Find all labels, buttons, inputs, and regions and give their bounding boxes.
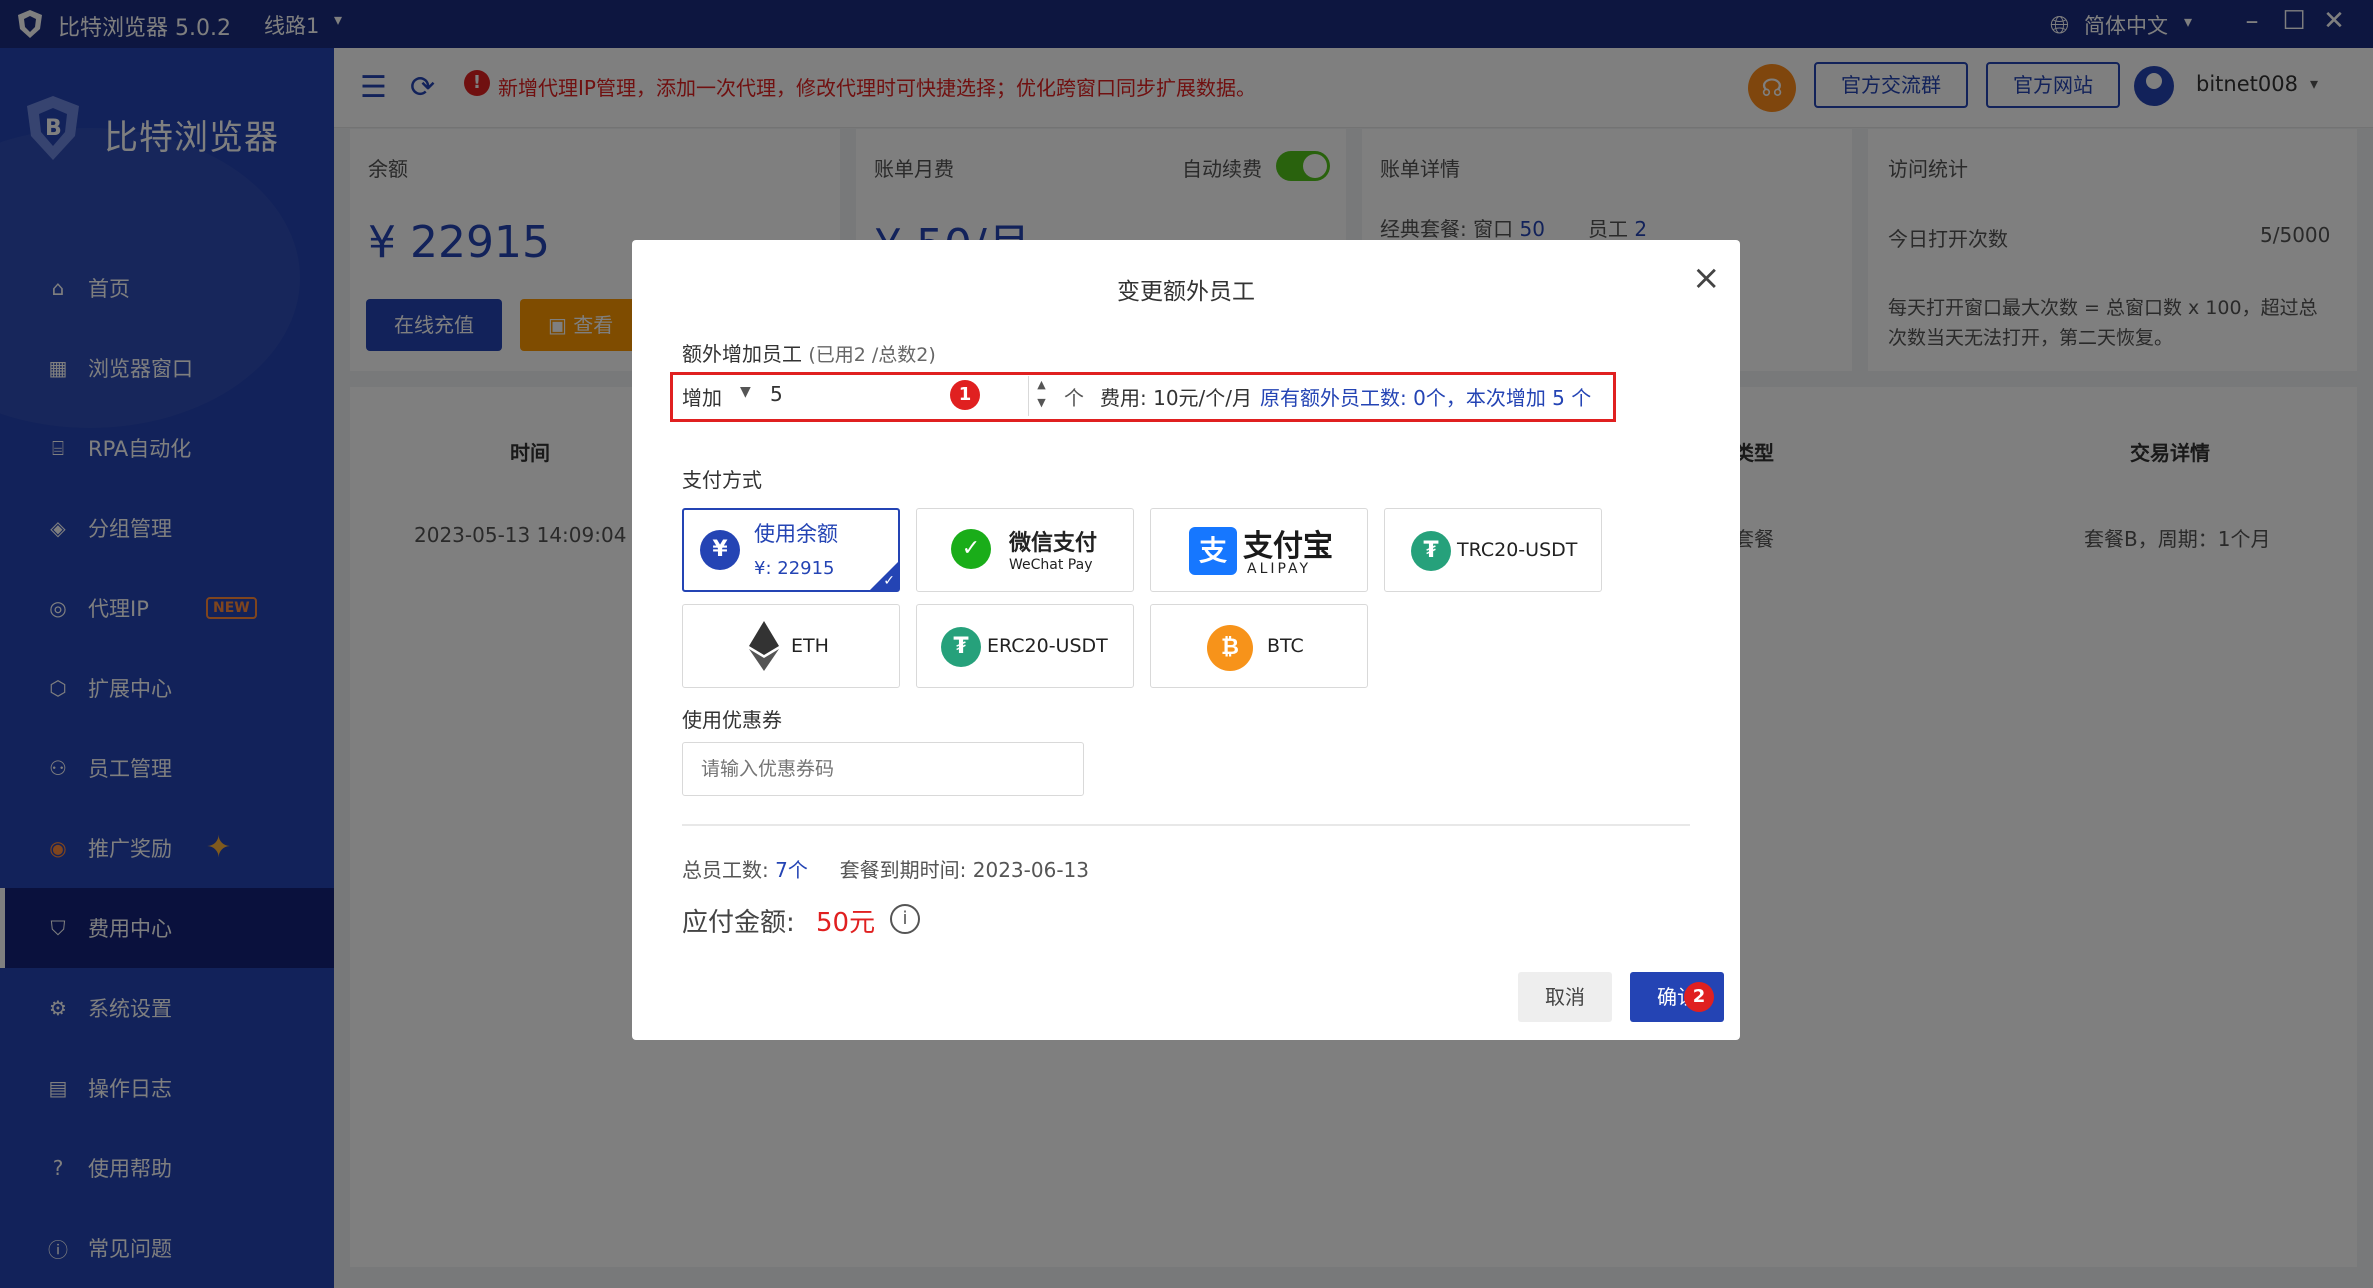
pay-option-erc20-usdt[interactable]: ₮ ERC20-USDT bbox=[916, 604, 1134, 688]
order-summary: 总员工数: 7个 套餐到期时间: 2023-06-13 bbox=[682, 858, 1089, 882]
alipay-icon: 支 bbox=[1189, 527, 1237, 575]
pay-option-label: 支付宝 bbox=[1243, 529, 1333, 564]
tether-icon: ₮ bbox=[941, 627, 981, 667]
quantity-stepper[interactable]: ▲ ▼ bbox=[1028, 376, 1054, 416]
fee-text: 费用: 10元/个/月 bbox=[1100, 386, 1253, 410]
divider bbox=[682, 824, 1690, 826]
pay-option-wechat[interactable]: ✓ 微信支付 WeChat Pay bbox=[916, 508, 1134, 592]
pay-option-sub: ¥: 22915 bbox=[754, 558, 835, 579]
info-icon[interactable]: i bbox=[890, 904, 920, 934]
pay-option-trc20-usdt[interactable]: ₮ TRC20-USDT bbox=[1384, 508, 1602, 592]
pay-option-label: 微信支付 bbox=[1009, 531, 1098, 556]
pay-option-label: BTC bbox=[1267, 635, 1304, 657]
pay-option-alipay[interactable]: 支 支付宝 ALIPAY bbox=[1150, 508, 1368, 592]
step-marker-1: 1 bbox=[950, 380, 980, 410]
wechat-icon: ✓ bbox=[951, 529, 991, 569]
change-extra-staff-dialog: 变更额外员工 × 额外增加员工 (已用2 /总数2) 增加 ▼ 5 1 ▲ ▼ 个… bbox=[632, 240, 1740, 1040]
close-icon[interactable]: × bbox=[1692, 258, 1721, 298]
pay-amount-label: 应付金额: bbox=[682, 908, 795, 938]
fee-detail: 原有额外员工数: 0个，本次增加 5 个 bbox=[1260, 386, 1592, 410]
pay-option-eth[interactable]: ETH bbox=[682, 604, 900, 688]
quantity-unit: 个 bbox=[1064, 386, 1084, 410]
pay-option-label: ETH bbox=[791, 635, 829, 657]
check-icon: ✓ bbox=[883, 573, 895, 589]
pay-option-balance[interactable]: ¥ 使用余额 ¥: 22915 ✓ bbox=[682, 508, 900, 592]
pay-option-btc[interactable]: ₿ BTC bbox=[1150, 604, 1368, 688]
cancel-button[interactable]: 取消 bbox=[1518, 972, 1612, 1022]
pay-option-label: 使用余额 bbox=[754, 522, 838, 546]
pay-option-sub: ALIPAY bbox=[1247, 561, 1312, 577]
extra-staff-label: 额外增加员工 (已用2 /总数2) bbox=[682, 342, 936, 366]
bitcoin-icon: ₿ bbox=[1207, 625, 1253, 671]
tether-icon: ₮ bbox=[1411, 531, 1451, 571]
pay-method-label: 支付方式 bbox=[682, 468, 762, 492]
pay-option-label: TRC20-USDT bbox=[1457, 539, 1578, 561]
yen-icon: ¥ bbox=[700, 530, 740, 570]
coupon-label: 使用优惠券 bbox=[682, 708, 782, 732]
pay-amount-value: 50元 bbox=[816, 908, 876, 938]
step-marker-2: 2 bbox=[1684, 982, 1714, 1012]
quantity-input[interactable]: 5 bbox=[770, 382, 783, 406]
pay-option-label: ERC20-USDT bbox=[987, 635, 1108, 657]
operation-select[interactable]: 增加 bbox=[682, 382, 722, 411]
pay-option-sub: WeChat Pay bbox=[1009, 557, 1093, 573]
chevron-down-icon[interactable]: ▼ bbox=[740, 384, 751, 400]
coupon-input[interactable] bbox=[682, 742, 1084, 796]
ethereum-icon bbox=[749, 621, 779, 671]
dialog-title: 变更额外员工 bbox=[1117, 279, 1255, 305]
